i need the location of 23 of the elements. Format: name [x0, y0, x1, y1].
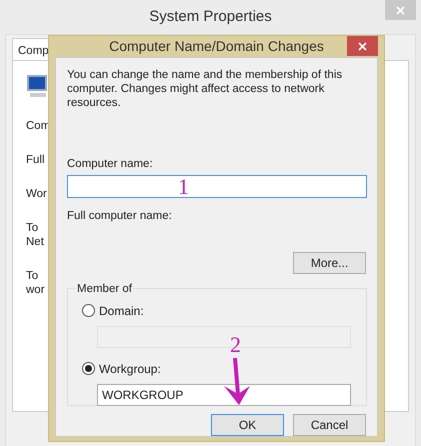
close-icon: [396, 6, 405, 14]
more-button[interactable]: More...: [293, 252, 366, 274]
description-text: Full: [26, 153, 45, 167]
computer-name-field[interactable]: 1: [67, 175, 367, 198]
field-label: Computer name:: [67, 157, 154, 172]
intro-text: You can change the name and the membership of this computer. Changes might affect access to network resources.: [67, 68, 344, 110]
annotation-number: 1: [178, 176, 189, 198]
window-title: System Properties: [149, 6, 272, 27]
text-field[interactable]: WORKGROUP: [97, 384, 351, 406]
cancel-button[interactable]: Cancel: [293, 414, 366, 436]
ok-button[interactable]: OK: [211, 414, 284, 436]
description-text: Wor: [26, 187, 47, 201]
computer-icon: [26, 73, 48, 99]
dialog-title: Computer Name/Domain Changes: [109, 37, 324, 56]
annotation-number: 2: [230, 334, 241, 356]
radio-option[interactable]: Domain:: [82, 302, 352, 320]
close-button[interactable]: [347, 36, 378, 56]
close-icon: [358, 42, 367, 50]
description-text: To Net: [26, 221, 44, 249]
arrow-icon: [222, 356, 252, 406]
description-text: To wor: [26, 269, 45, 297]
field-label: Full computer name:: [67, 209, 173, 224]
radio-option[interactable]: Workgroup:: [82, 360, 352, 378]
